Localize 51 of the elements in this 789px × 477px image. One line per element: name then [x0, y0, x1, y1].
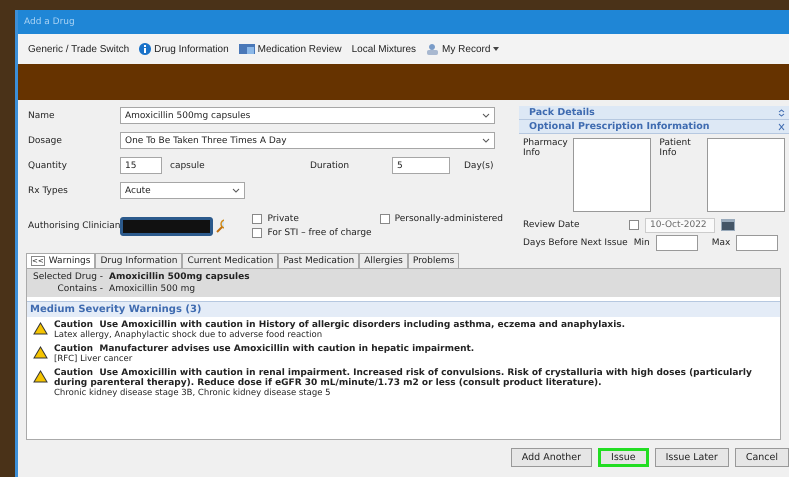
field-label: Quantity — [28, 160, 68, 170]
dialog-button[interactable]: Cancel — [734, 448, 789, 467]
quantity-field[interactable]: 15 — [120, 157, 162, 174]
rx-types-dropdown[interactable]: Acute — [120, 182, 245, 199]
field-label: Pharmacy Info — [523, 138, 565, 160]
field-label: Max — [712, 238, 730, 248]
checkbox-label: Private — [267, 214, 299, 224]
drug-name: Amoxicillin 500mg capsules — [109, 272, 251, 282]
name-dropdown[interactable]: Amoxicillin 500mg capsules — [120, 107, 495, 124]
section-heading: Medium Severity Warnings (3) — [27, 301, 780, 317]
field-label: Review Date — [523, 220, 580, 230]
field-label: Selected Drug - — [33, 272, 104, 282]
tab[interactable]: Drug Information — [95, 253, 182, 268]
tab[interactable]: Allergies — [359, 253, 408, 268]
field-label: Authorising Clinician — [28, 221, 120, 231]
warning-detail: Latex allergy, Anaphylactic shock due to adverse food reaction — [54, 330, 324, 340]
field-label: Patient Info — [659, 138, 692, 160]
toolbar-button[interactable]: Local Mixtures — [352, 44, 416, 54]
checkbox-label: Personally-administered — [394, 214, 503, 224]
checkbox-label: For STI – free of charge — [267, 228, 372, 238]
field-label: Contains - — [56, 284, 104, 294]
field-label: Rx Types — [28, 186, 69, 196]
dosage-dropdown[interactable]: One To Be Taken Three Times A Day — [120, 132, 495, 149]
toolbar-button[interactable]: Drug Information — [139, 43, 229, 55]
section-header[interactable]: Pack Details — [519, 106, 789, 120]
field-label: Duration — [310, 160, 350, 170]
tab[interactable]: Problems — [408, 253, 460, 268]
tab[interactable]: Past Medication — [278, 253, 360, 268]
warning-detail: [RFC] Liver cancer — [54, 354, 134, 364]
section-header[interactable]: Optional Prescription Information — [519, 120, 789, 134]
field-label: Dosage — [28, 136, 63, 146]
toolbar-button[interactable]: My Record — [426, 43, 500, 55]
unit-label: Day(s) — [464, 160, 494, 170]
warning-text: Caution Manufacturer advises use Amoxicillin with caution in hepatic impairment. — [54, 344, 474, 354]
tab[interactable]: Current Medication — [182, 253, 278, 268]
field-label: Name — [28, 110, 56, 120]
dialog-button[interactable]: Issue — [598, 448, 649, 467]
field-label: Min — [634, 238, 650, 248]
ingredient: Amoxicillin 500 mg — [109, 284, 196, 294]
window-title: Add a Drug — [24, 17, 75, 27]
dialog-button[interactable]: Add Another — [510, 448, 592, 467]
warning-text: Caution Use Amoxicillin with caution in History of allergic disorders including asthma, eczema and anaphylaxis. — [54, 320, 626, 330]
warning-detail: Chronic kidney disease stage 3B, Chronic kidney disease stage 5 — [54, 388, 332, 398]
toolbar-button[interactable]: Medication Review — [238, 43, 342, 55]
duration-field[interactable]: 5 — [392, 157, 450, 174]
toolbar-button[interactable]: Generic / Trade Switch — [28, 44, 130, 54]
date-field[interactable]: 10-Oct-2022 — [645, 218, 715, 233]
field-label: Days Before Next Issue — [523, 238, 628, 248]
dialog-button[interactable]: Issue Later — [654, 448, 729, 467]
unit-label: capsule — [169, 160, 206, 170]
warning-text: Caution Use Amoxicillin with caution in renal impairment. Increased risk of convulsions. Risk of crystalluria with high doses (particularly during parenteral therapy). Reduce dose if eGFR 30 mL/minute/1.73 m2 or less (consult product literature). — [54, 368, 753, 388]
